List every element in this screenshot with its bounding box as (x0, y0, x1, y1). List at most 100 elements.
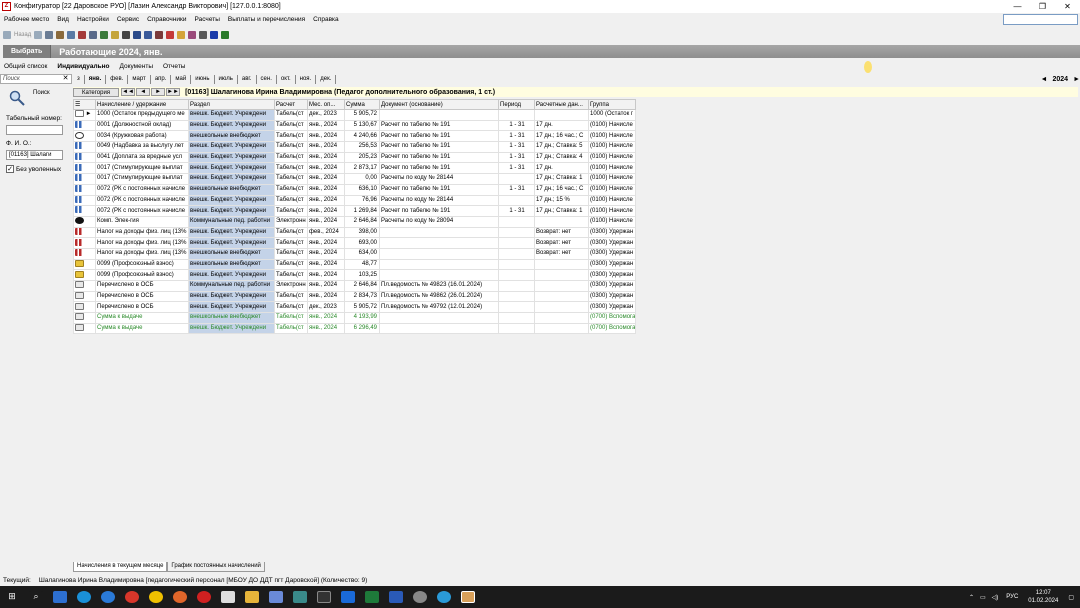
toolbar-icon-6[interactable] (111, 31, 120, 39)
terminal-icon[interactable] (317, 591, 331, 603)
cell-calc-data[interactable]: Возврат: нет (534, 226, 589, 239)
cell-calc-data[interactable] (534, 258, 589, 271)
row-icon-cell[interactable]: ► (73, 109, 96, 121)
cell-sum[interactable]: 2 873,17 (344, 162, 380, 175)
month-tab-dec[interactable]: дек. (316, 74, 337, 84)
cell-group[interactable]: (0100) Начисле (587, 162, 637, 175)
explorer-icon[interactable] (245, 591, 259, 603)
telegram-icon[interactable] (437, 591, 451, 603)
cell-calc[interactable]: Электронн (274, 215, 308, 228)
cell-group[interactable]: (0100) Начисле (587, 194, 637, 207)
cell-sum[interactable]: 4 193,99 (344, 312, 380, 324)
column-header-accrual[interactable]: Начисление / удержание (95, 99, 189, 110)
forward-arrow-icon[interactable] (34, 31, 43, 39)
toolbar-icon-11[interactable] (166, 31, 175, 39)
cell-group[interactable]: (0100) Начисле (587, 173, 637, 185)
yandex-icon[interactable] (149, 591, 163, 603)
toolbar-icon-3[interactable] (67, 31, 76, 39)
table-row[interactable]: Налог на доходы физ. лиц (13% внешк. Бюдж… (73, 226, 637, 239)
toolbar-icon-8[interactable] (133, 31, 142, 39)
cell-period[interactable] (498, 237, 535, 249)
column-header-sum[interactable]: Сумма (344, 99, 380, 110)
last-record-icon[interactable]: ►► (166, 88, 181, 96)
app-icon-white[interactable] (221, 591, 235, 603)
clear-search-icon[interactable]: ✕ (61, 75, 70, 83)
cell-calc[interactable]: Табель(ст (274, 151, 308, 164)
cell-section[interactable]: внешк. Бюджет. Учреждени (188, 173, 275, 185)
cell-document[interactable] (379, 322, 499, 335)
cell-group[interactable]: (0300) Удержан (587, 247, 637, 260)
cell-document[interactable] (379, 312, 499, 324)
edge-icon[interactable] (77, 591, 91, 603)
cell-sum[interactable]: 634,00 (344, 247, 380, 260)
cell-calc-data[interactable]: 17 дн. (534, 119, 589, 132)
cell-sum[interactable]: 398,00 (344, 226, 380, 239)
cell-sum[interactable]: 636,10 (344, 183, 380, 196)
cell-sum[interactable]: 2 646,84 (344, 280, 380, 292)
cell-group[interactable]: (0100) Начисле (587, 183, 637, 196)
cell-accrual[interactable]: 0072 (РК с постоянных начисле (95, 183, 189, 196)
column-header-period[interactable]: Период (498, 99, 535, 110)
table-row[interactable]: 0072 (РК с постоянных начисле внешк. Бюдж… (73, 194, 637, 207)
cell-calc[interactable]: Табель(ст (274, 237, 308, 249)
mail-icon[interactable] (341, 591, 355, 603)
cell-group[interactable]: (0300) Удержан (587, 258, 637, 271)
row-icon-cell[interactable] (73, 205, 96, 217)
row-icon-cell[interactable] (73, 269, 96, 281)
cell-section[interactable]: Коммунальные пед. работни (188, 280, 275, 292)
cell-calc[interactable]: Табель(ст (274, 290, 308, 303)
cell-calc-data[interactable]: Возврат: нет (534, 247, 589, 260)
cell-section[interactable]: внешк. Бюджет. Учреждени (188, 119, 275, 132)
table-row[interactable]: Перечислено в ОСБ Коммунальные пед. работ… (73, 280, 637, 292)
cell-month[interactable]: янв., 2024 (307, 130, 345, 143)
cell-accrual[interactable]: 0049 (Надбавка за выслугу лет (95, 141, 189, 153)
row-icon-cell[interactable] (73, 194, 96, 207)
chrome-icon[interactable] (125, 591, 139, 603)
search-label[interactable]: Поиск (33, 90, 50, 96)
calculator-icon[interactable] (293, 591, 307, 603)
month-tab-may[interactable]: май (171, 74, 192, 84)
row-icon-cell[interactable] (73, 258, 96, 271)
cell-group[interactable]: (0100) Начисле (587, 130, 637, 143)
cell-calc-data[interactable] (534, 109, 589, 121)
tab-general-list[interactable]: Общий список (4, 63, 47, 70)
back-label[interactable]: Назад (14, 32, 31, 38)
back-arrow-icon[interactable] (3, 31, 11, 39)
cell-calc-data[interactable]: 17 дн.; Ставка: 1 (534, 205, 589, 217)
cell-month[interactable]: дек., 2023 (307, 301, 345, 314)
table-row[interactable]: 0017 (Стимулирующие выплат внешк. Бюджет.… (73, 173, 637, 185)
cell-document[interactable]: Расчет по табелю № 191 (379, 130, 499, 143)
row-icon-cell[interactable] (73, 322, 96, 335)
row-icon-cell[interactable] (73, 247, 96, 260)
next-year-icon[interactable]: ► (1073, 76, 1080, 83)
toolbar-icon-2[interactable] (56, 31, 65, 39)
tab-documents[interactable]: Документы (119, 63, 153, 70)
toolbar-icon-10[interactable] (155, 31, 164, 39)
toolbar-icon-14[interactable] (199, 31, 208, 39)
month-tab-feb[interactable]: фев. (106, 74, 129, 84)
fio-select[interactable]: [01163] Шалаги (6, 150, 63, 160)
cell-accrual[interactable]: 0034 (Кружковая работа) (95, 130, 189, 143)
cell-calc-data[interactable]: 17 дн.; Ставка: 5 (534, 141, 589, 153)
cell-period[interactable]: 1 - 31 (498, 162, 535, 175)
cell-period[interactable] (498, 226, 535, 239)
cell-group[interactable]: (0300) Удержан (587, 226, 637, 239)
table-row[interactable]: ► 1000 (Остаток предыдущего ме внешк. Бюдж… (73, 109, 637, 121)
cell-section[interactable]: внешкольные внебюджет (188, 183, 275, 196)
cell-accrual[interactable]: Комп. Элек-гия (95, 215, 189, 228)
table-row[interactable]: 0034 (Кружковая работа) внешкольные внебю… (73, 130, 637, 143)
cell-document[interactable]: Расчеты по коду № 28144 (379, 194, 499, 207)
app-icon-gray[interactable] (413, 591, 427, 603)
minimize-icon[interactable]: — (1005, 1, 1030, 12)
cell-group[interactable]: (0300) Удержан (587, 237, 637, 249)
row-icon-cell[interactable] (73, 215, 96, 228)
cell-calc-data[interactable]: 17 дн.; 16 час.; С (534, 130, 589, 143)
cell-calc[interactable]: Табель(ст (274, 183, 308, 196)
excel-icon[interactable] (221, 31, 230, 39)
column-header-group[interactable]: Группа (587, 99, 637, 110)
column-header-section[interactable]: Раздел (188, 99, 275, 110)
cell-accrual[interactable]: 0041 (Доплата за вредные усл (95, 151, 189, 164)
cell-sum[interactable]: 48,77 (344, 258, 380, 271)
month-tab-apr[interactable]: апр. (151, 74, 172, 84)
cell-calc-data[interactable]: 17 дн.; 15 % (534, 194, 589, 207)
